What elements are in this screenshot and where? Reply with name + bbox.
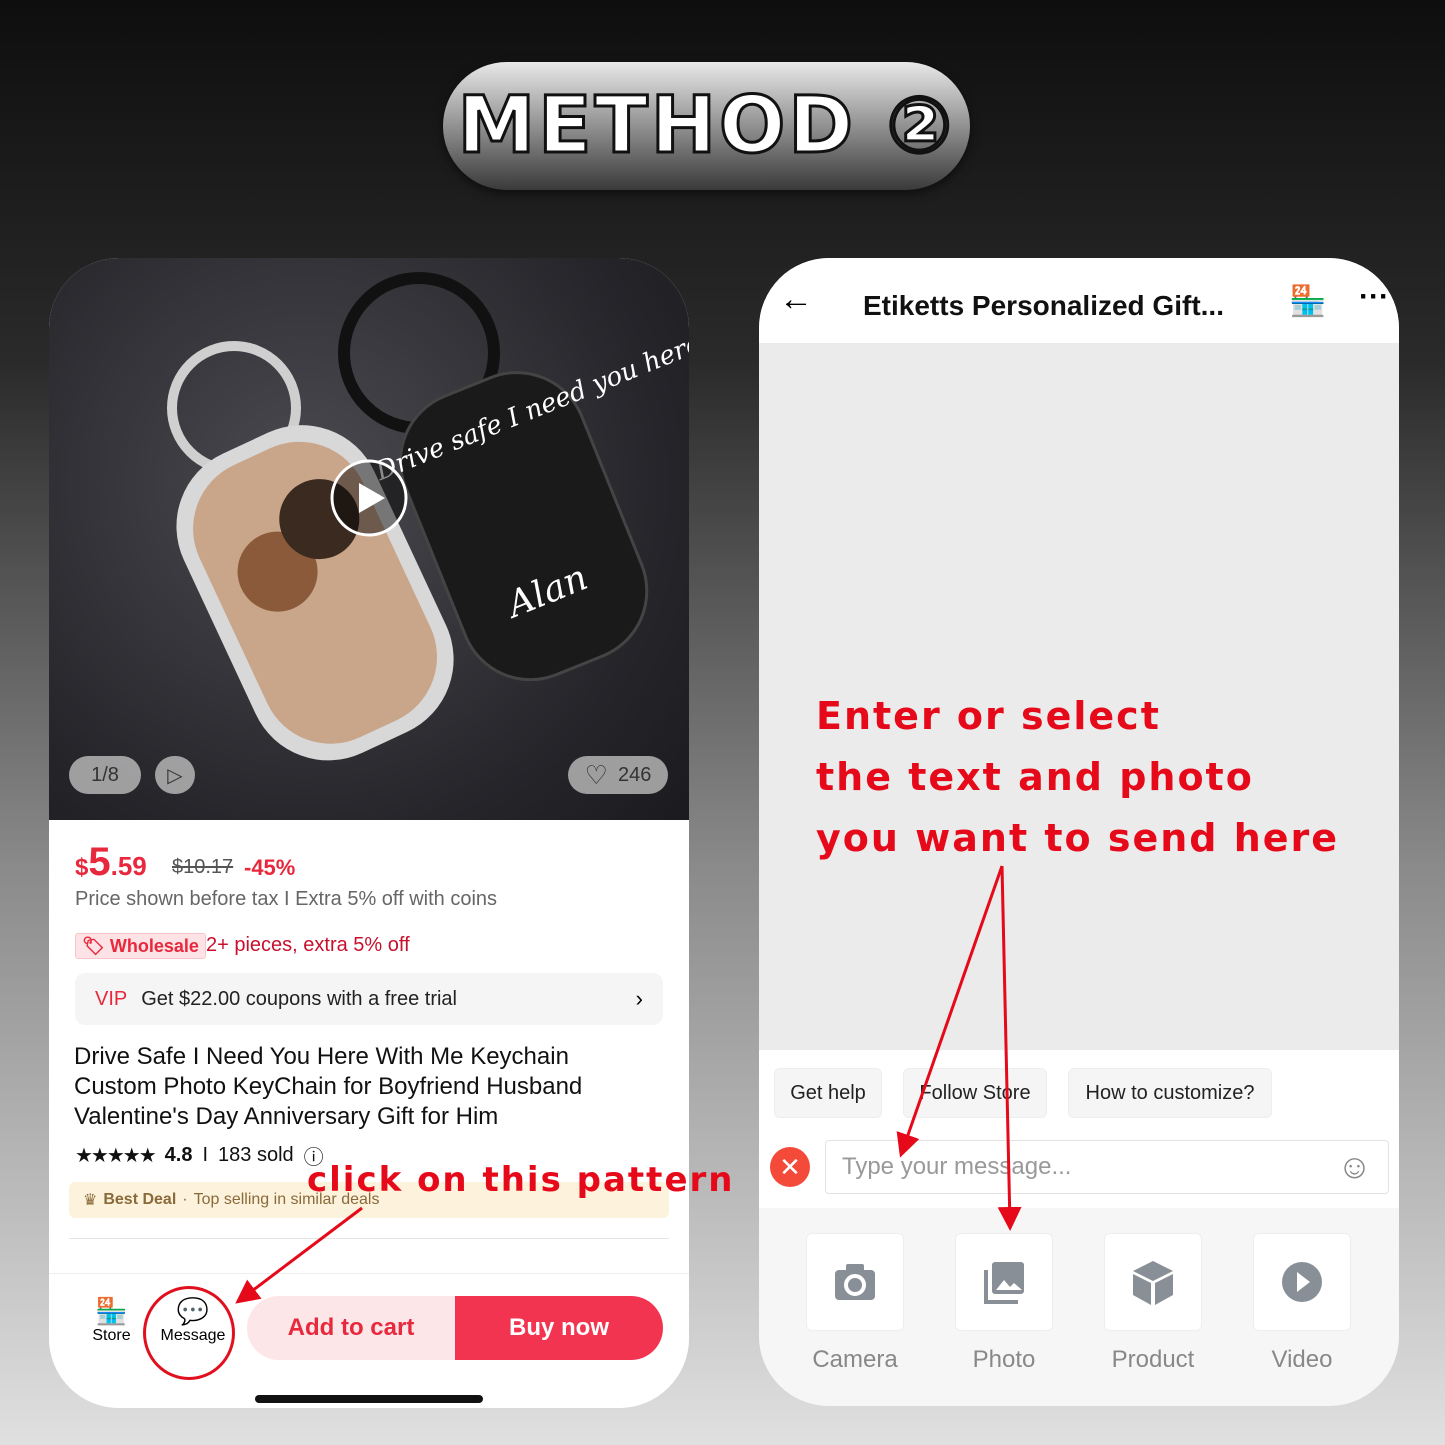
vip-text: Get $22.00 coupons with a free trial: [141, 987, 457, 1010]
wholesale-label: Wholesale: [109, 936, 199, 956]
annotation-line: Enter or select: [816, 694, 1161, 738]
photo-label: Photo: [972, 1346, 1036, 1373]
tag-icon: 🏷: [82, 936, 105, 956]
home-indicator: [255, 1395, 483, 1403]
vip-coupon-banner[interactable]: VIP Get $22.00 coupons with a free trial…: [75, 973, 663, 1025]
likes-count: 246: [617, 763, 652, 786]
price-integer: 5: [88, 840, 111, 884]
price-note: Price shown before tax I Extra 5% off wi…: [75, 888, 498, 910]
image-counter: 1/8: [69, 756, 141, 794]
product-label: Product: [1111, 1346, 1195, 1373]
store-label: Store: [92, 1327, 131, 1344]
highlight-circle: [143, 1286, 235, 1380]
camera-label: Camera: [812, 1346, 898, 1373]
rating: 4.8: [164, 1144, 193, 1166]
more-icon[interactable]: ···: [1359, 280, 1389, 314]
annotation-right: Enter or select the text and photo you w…: [816, 686, 1339, 869]
wholesale-text: 2+ pieces, extra 5% off: [206, 934, 410, 956]
quick-reply-get-help[interactable]: Get help: [774, 1068, 882, 1118]
video-play-icon[interactable]: ▷: [155, 756, 195, 794]
product-image[interactable]: Drive safe I need you here with me Alan …: [49, 258, 689, 820]
price-decimal: .59: [110, 851, 147, 881]
chat-header: ← Etiketts Personalized Gift... 🏪 ···: [759, 258, 1399, 343]
close-icon[interactable]: ✕: [770, 1147, 810, 1187]
wholesale-badge: 🏷 Wholesale: [75, 933, 206, 959]
price: $5.59: [75, 840, 147, 885]
method-banner: METHOD ②: [443, 62, 970, 190]
chat-title: Etiketts Personalized Gift...: [863, 290, 1224, 321]
discount: -45%: [244, 855, 296, 880]
back-arrow-icon[interactable]: ←: [779, 280, 813, 319]
store-icon: 🏪: [95, 1296, 128, 1326]
video-label: Video: [1271, 1346, 1333, 1373]
attachment-panel: Camera Photo Product Video: [759, 1208, 1399, 1406]
chevron-right-icon: ›: [635, 986, 643, 1011]
annotation-line: the text and photo: [816, 755, 1254, 799]
photo-icon: [955, 1233, 1053, 1331]
attach-product[interactable]: [1104, 1233, 1202, 1331]
box-icon: [1104, 1233, 1202, 1331]
annotation-line: you want to send here: [816, 816, 1340, 860]
divider: [69, 1238, 669, 1239]
store-button[interactable]: 🏪 Store: [89, 1296, 134, 1345]
message-input[interactable]: Type your message... ☺: [825, 1140, 1389, 1194]
composer: Get help Follow Store How to customize? …: [759, 1050, 1399, 1208]
quick-reply-follow-store[interactable]: Follow Store: [903, 1068, 1047, 1118]
currency: $: [75, 854, 89, 881]
crown-icon: ♛: [83, 1192, 98, 1209]
play-icon: [1253, 1233, 1351, 1331]
stars-icon: ★★★★★: [75, 1145, 157, 1167]
heart-icon: ♡: [584, 759, 608, 790]
attach-photo[interactable]: [955, 1233, 1053, 1331]
keychain-photo: Drive safe I need you here with me Alan: [167, 272, 689, 761]
quick-reply-customize[interactable]: How to customize?: [1068, 1068, 1272, 1118]
product-title: Drive Safe I Need You Here With Me Keych…: [74, 1043, 583, 1130]
product-page-screen: Drive safe I need you here with me Alan …: [49, 258, 689, 1408]
emoji-icon[interactable]: ☺: [1337, 1148, 1372, 1187]
attach-video[interactable]: [1253, 1233, 1351, 1331]
message-placeholder: Type your message...: [842, 1153, 1072, 1180]
add-to-cart-button[interactable]: Add to cart: [247, 1296, 455, 1360]
original-price: $10.17: [172, 856, 234, 878]
buy-now-button[interactable]: Buy now: [455, 1296, 663, 1360]
best-deal-label: Best Deal: [103, 1191, 177, 1208]
attach-camera[interactable]: [806, 1233, 904, 1331]
camera-icon: [806, 1233, 904, 1331]
wishlist-button[interactable]: ♡ 246: [568, 756, 668, 794]
annotation-left: click on this pattern: [307, 1160, 735, 1200]
sold-count: 183 sold: [218, 1144, 294, 1166]
store-icon[interactable]: 🏪: [1289, 284, 1326, 319]
rating-row: ★★★★★ 4.8 I 183 sold ⓘ: [75, 1141, 324, 1170]
vip-label: VIP: [95, 987, 128, 1010]
